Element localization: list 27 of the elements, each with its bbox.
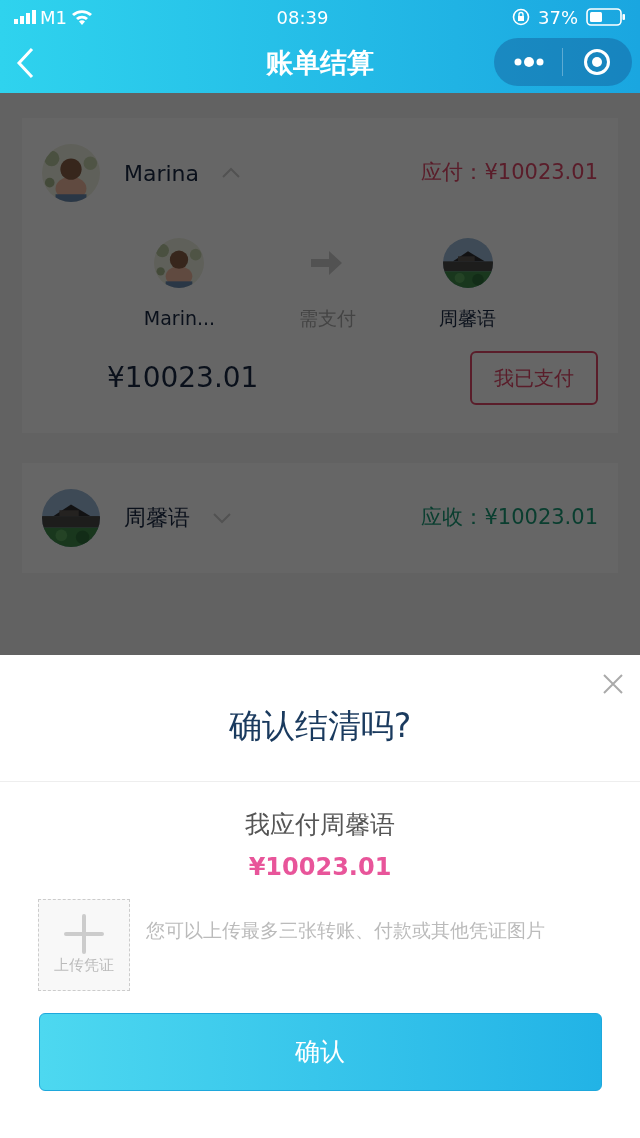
dialog-title: 确认结清吗? [228, 705, 412, 747]
close-icon[interactable] [602, 673, 624, 695]
dialog-subtitle: 我应付周馨语 [245, 809, 395, 839]
dialog-amount: ¥10023.01 [248, 853, 392, 881]
battery-percent: 37% [538, 5, 578, 30]
payee-name: 周馨语 [439, 306, 497, 331]
paid-button[interactable]: 我已支付 [470, 350, 598, 405]
rotation-lock-icon [512, 8, 530, 26]
person-name: 周馨语 [124, 504, 190, 532]
plus-icon [64, 913, 104, 954]
upload-hint: 您可以上传最多三张转账、付款或其他凭证图片 [146, 918, 546, 943]
payer-name: Marin... [143, 306, 216, 331]
close-mini-program-icon[interactable] [583, 48, 611, 76]
amount-label: 应付：¥10023.01 [421, 159, 598, 187]
page-title: 账单结算 [266, 46, 374, 81]
signal-icon [14, 10, 36, 24]
amount-label: 应收：¥10023.01 [421, 503, 598, 531]
more-icon[interactable] [513, 56, 545, 68]
battery-icon [586, 8, 626, 26]
amount-value: ¥10023.01 [107, 359, 259, 396]
clock-time: 08:39 [276, 5, 329, 30]
person-name: Marina [124, 159, 200, 188]
wifi-icon [71, 9, 93, 25]
upload-button[interactable]: 上传凭证 [38, 899, 130, 991]
confirm-button[interactable]: 确认 [38, 1013, 602, 1091]
back-icon[interactable] [16, 47, 34, 79]
carrier-name: M1 [40, 5, 67, 30]
